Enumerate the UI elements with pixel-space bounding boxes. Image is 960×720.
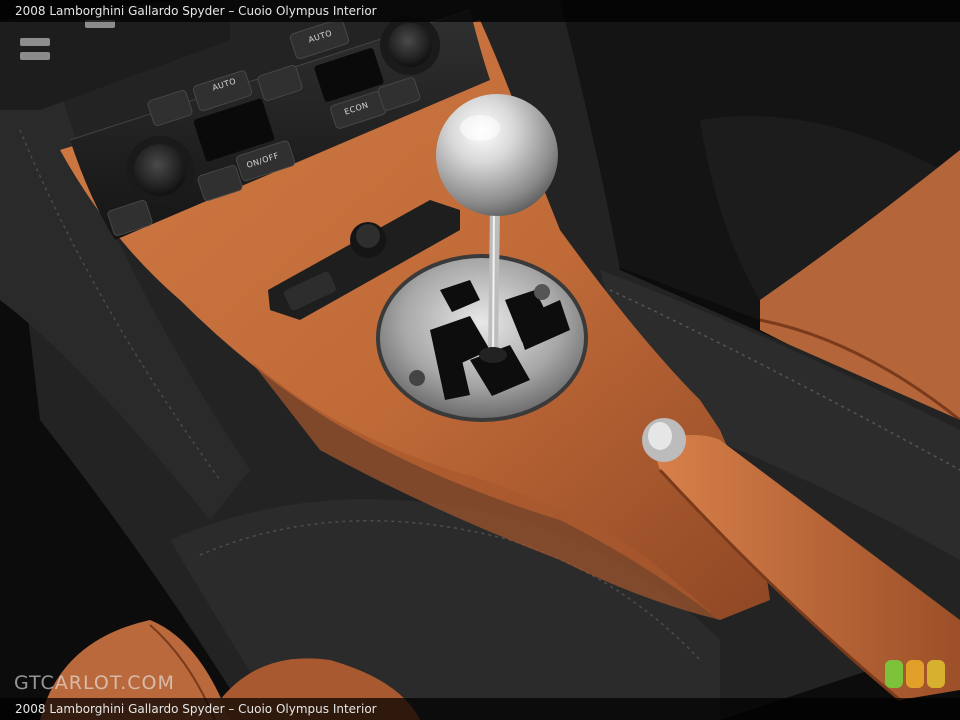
interior-photo — [0, 0, 960, 720]
photo-viewer: AUTO AUTO ON/OFF ECON 2008 Lamborghini G… — [0, 0, 960, 720]
photo-caption-bottom: 2008 Lamborghini Gallardo Spyder – Cuoio… — [0, 698, 960, 720]
photo-caption-top: 2008 Lamborghini Gallardo Spyder – Cuoio… — [0, 0, 960, 22]
rating-badge-icon — [885, 660, 945, 688]
site-watermark: GTCARLOT.COM — [14, 672, 175, 694]
